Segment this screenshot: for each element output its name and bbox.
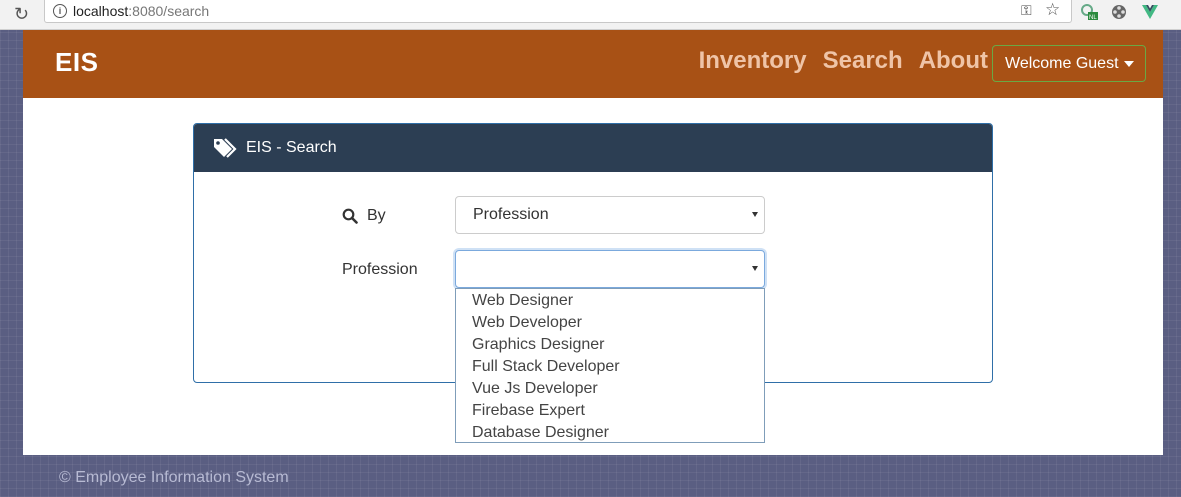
search-icon	[342, 208, 358, 224]
bookmark-star-icon[interactable]: ☆	[1045, 0, 1060, 20]
extension-film-icon[interactable]	[1110, 3, 1128, 21]
url-host: localhost	[73, 3, 129, 19]
search-by-select[interactable]: Profession	[455, 196, 765, 234]
footer-copyright: © Employee Information System	[59, 469, 289, 486]
dropdown-option[interactable]: Firebase Expert	[456, 400, 764, 422]
browser-toolbar: ↻ i localhost:8080/search ⚿ ☆ NL	[0, 0, 1181, 30]
info-icon[interactable]: i	[53, 4, 67, 18]
url-text[interactable]: localhost:8080/search	[73, 3, 209, 19]
address-bar[interactable]: i localhost:8080/search ⚿ ☆	[44, 0, 1072, 23]
profession-label: Profession	[342, 261, 418, 278]
nav-link-inventory[interactable]: Inventory	[699, 47, 807, 75]
key-icon[interactable]: ⚿	[1021, 2, 1032, 19]
card-header: EIS - Search	[194, 124, 992, 172]
nav-links: Inventory Search About	[699, 47, 988, 75]
select-arrow-icon	[752, 212, 758, 217]
profession-dropdown-list: Web Designer Web Developer Graphics Desi…	[455, 288, 765, 443]
dropdown-option[interactable]: Web Developer	[456, 312, 764, 334]
nav-link-search[interactable]: Search	[823, 47, 903, 75]
select-arrow-icon	[752, 266, 758, 271]
search-by-value: Profession	[473, 206, 549, 223]
dropdown-option[interactable]: Graphics Designer	[456, 334, 764, 356]
by-label: By	[367, 207, 386, 224]
user-menu-button[interactable]: Welcome Guest	[992, 45, 1146, 82]
reload-icon[interactable]: ↻	[14, 3, 29, 25]
svg-text:NL: NL	[1089, 15, 1097, 21]
dropdown-option[interactable]: Web Designer	[456, 290, 764, 312]
brand-logo[interactable]: EIS	[55, 47, 98, 78]
dropdown-option[interactable]: Full Stack Developer	[456, 356, 764, 378]
url-path: :8080/search	[128, 3, 210, 19]
profession-select[interactable]	[455, 250, 765, 288]
dropdown-option[interactable]: Vue Js Developer	[456, 378, 764, 400]
dropdown-option[interactable]: Database Designer	[456, 422, 764, 444]
navbar: EIS Inventory Search About Welcome Guest	[23, 30, 1163, 98]
caret-down-icon	[1124, 61, 1134, 67]
card-title: EIS - Search	[246, 139, 337, 156]
extension-nl-icon[interactable]: NL	[1080, 3, 1098, 21]
user-menu-label: Welcome Guest	[1005, 55, 1119, 72]
nav-link-about[interactable]: About	[919, 47, 988, 75]
vue-devtools-icon[interactable]	[1141, 3, 1159, 21]
tags-icon	[214, 138, 237, 158]
